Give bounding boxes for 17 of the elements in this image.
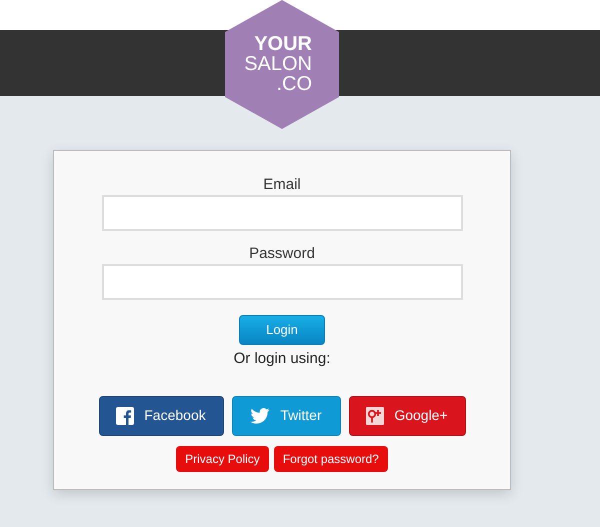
facebook-icon: [116, 406, 134, 424]
field-label: Email: [263, 176, 301, 194]
link-button[interactable]: Privacy Policy: [176, 446, 269, 472]
logo-text: .CO: [276, 74, 312, 94]
google-plus-icon: [366, 406, 384, 424]
input-field[interactable]: [102, 195, 462, 231]
logo-text: YOUR: [254, 34, 312, 54]
input-field[interactable]: [102, 264, 462, 300]
alt-login-text: Or login using:: [234, 349, 330, 369]
bird-icon: [250, 408, 270, 424]
social-login-button[interactable]: Facebook: [98, 396, 224, 436]
login-button[interactable]: Login: [239, 315, 325, 345]
social-login-button[interactable]: Google+: [348, 396, 466, 436]
social-login-button[interactable]: Twitter: [232, 396, 340, 436]
field-label: Password: [249, 245, 315, 263]
logo-text: SALON: [244, 54, 312, 74]
link-button[interactable]: Forgot password?: [274, 446, 388, 472]
